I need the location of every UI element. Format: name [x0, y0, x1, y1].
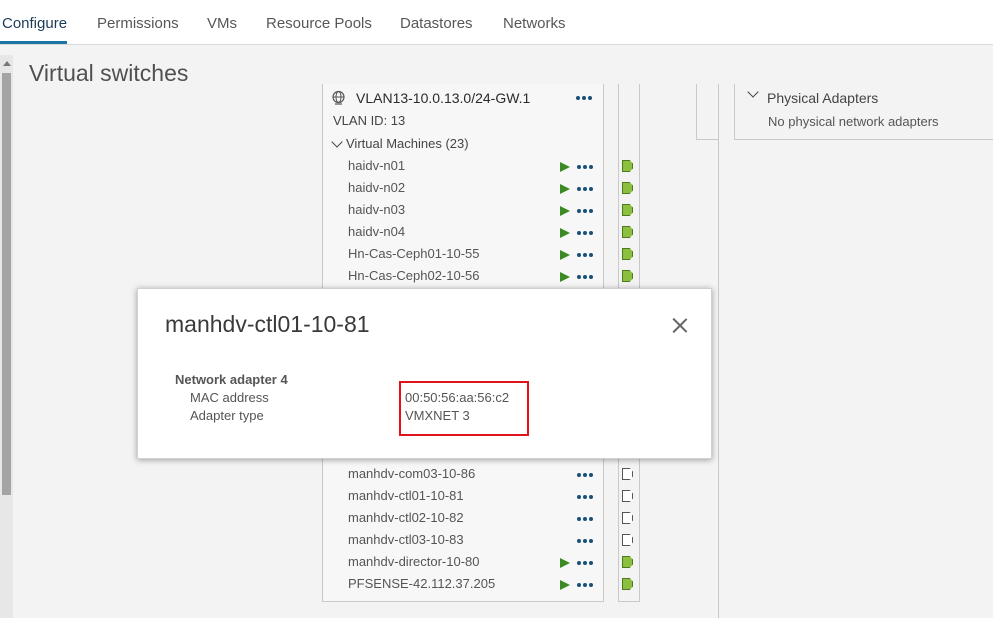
- close-icon[interactable]: [672, 317, 688, 333]
- mac-address-label: MAC address: [190, 390, 269, 405]
- dialog-title: manhdv-ctl01-10-81: [165, 311, 370, 337]
- adapter-type-label: Adapter type: [190, 408, 264, 423]
- adapter-details-dialog: manhdv-ctl01-10-81 Network adapter 4 MAC…: [137, 288, 712, 459]
- highlight-box: [399, 381, 529, 436]
- adapter-section-title: Network adapter 4: [175, 372, 288, 387]
